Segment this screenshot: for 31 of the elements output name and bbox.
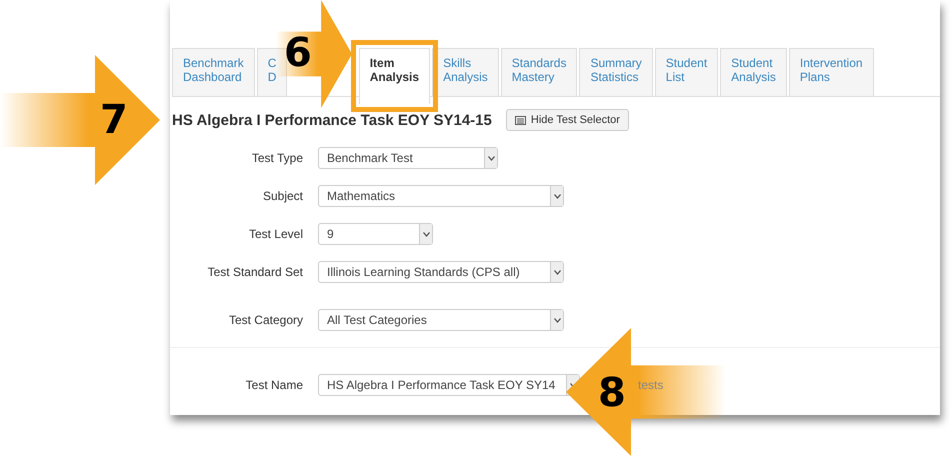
- dropdown-field[interactable]: Mathematics: [318, 185, 564, 207]
- dropdown-field[interactable]: 9: [318, 223, 433, 245]
- dropdown-field[interactable]: All Test Categories: [318, 309, 564, 331]
- tab[interactable]: Student Analysis: [720, 48, 787, 96]
- tab[interactable]: Intervention Plans: [788, 48, 874, 96]
- dropdown-field[interactable]: HS Algebra I Performance Task EOY SY14: [318, 374, 580, 396]
- caret-icon: [554, 318, 560, 322]
- tests-text: tests: [638, 378, 664, 392]
- field-label: Test Level: [248, 227, 303, 241]
- test-title: HS Algebra I Performance Task EOY SY14-15: [172, 112, 492, 128]
- field-label: Subject: [262, 189, 303, 203]
- caret-icon: [422, 232, 430, 236]
- dropdown-field[interactable]: Illinois Learning Standards (CPS all): [318, 261, 564, 283]
- list-icon: [514, 116, 526, 124]
- caret-icon: [554, 194, 560, 198]
- tab[interactable]: Student List: [654, 48, 718, 96]
- callout-number: 6: [284, 30, 312, 76]
- tab[interactable]: Summary Statistics: [579, 48, 653, 96]
- callout-number: 7: [100, 97, 128, 143]
- caret-icon: [554, 270, 560, 274]
- dropdown-field[interactable]: Benchmark Test: [318, 147, 498, 169]
- tab[interactable]: Standards Mastery: [500, 48, 578, 96]
- field-label: Test Type: [250, 151, 303, 165]
- tab[interactable]: Skills Analysis: [432, 48, 499, 96]
- caret-icon: [488, 156, 494, 160]
- field-label: Test Standard Set: [206, 265, 303, 279]
- callout-number: 8: [598, 370, 626, 416]
- field-label: Test Name: [244, 378, 303, 392]
- field-label: Test Category: [228, 313, 303, 327]
- hide-test-selector-button[interactable]: Hide Test Selector: [506, 109, 629, 131]
- tab[interactable]: Benchmark Dashboard: [172, 48, 255, 96]
